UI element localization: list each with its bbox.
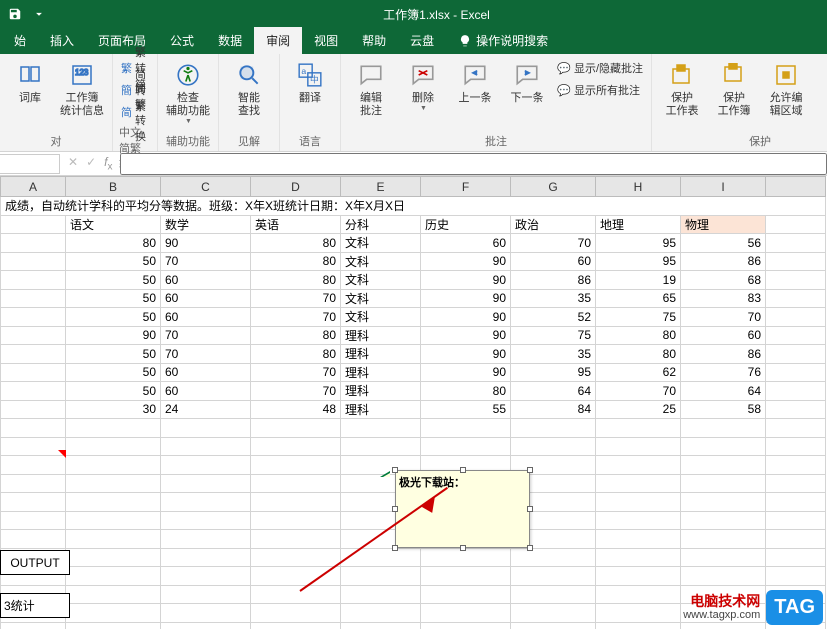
prev-comment-button[interactable]: 上一条 bbox=[451, 58, 499, 105]
dropdown-icon[interactable] bbox=[28, 3, 50, 25]
sheet-title: 成绩，自动统计学科的平均分等数据。班级：X年X班统计日期：X年X月X日 bbox=[1, 197, 826, 216]
ribbon: 词库 123 工作簿 统计信息 对 繁繁转简 簡简转繁 简简繁转换 中文简繁转换… bbox=[0, 54, 827, 152]
convert-button[interactable]: 简简繁转换 bbox=[119, 102, 151, 122]
ribbon-tabs: 始 插入 页面布局 公式 数据 审阅 视图 帮助 云盘 操作说明搜索 bbox=[0, 28, 827, 54]
output-cell: OUTPUT bbox=[0, 550, 70, 575]
table-row[interactable]: 506070理科90956276 bbox=[1, 363, 826, 382]
table-row[interactable]: 809080文科60709556 bbox=[1, 234, 826, 253]
stat-cell: 3统计 bbox=[0, 593, 70, 618]
cancel-icon[interactable]: ✕ bbox=[68, 155, 78, 172]
window-title: 工作簿1.xlsx - Excel bbox=[50, 6, 823, 23]
watermark: 电脑技术网 www.tagxp.com TAG bbox=[683, 590, 823, 625]
search-icon bbox=[234, 60, 264, 90]
tab-formula[interactable]: 公式 bbox=[158, 27, 206, 54]
translate-icon: a中 bbox=[295, 60, 325, 90]
tell-me[interactable]: 操作说明搜索 bbox=[446, 27, 560, 54]
formula-bar: ✕ ✓ fx bbox=[0, 152, 827, 176]
table-row[interactable]: 507080文科90609586 bbox=[1, 252, 826, 271]
tab-data[interactable]: 数据 bbox=[206, 27, 254, 54]
tab-help[interactable]: 帮助 bbox=[350, 27, 398, 54]
tab-cloud[interactable]: 云盘 bbox=[398, 27, 446, 54]
formula-input[interactable] bbox=[120, 153, 827, 175]
col-header[interactable]: C bbox=[161, 177, 251, 197]
smart-lookup-button[interactable]: 智能 查找 bbox=[225, 58, 273, 118]
tab-insert[interactable]: 插入 bbox=[38, 27, 86, 54]
col-header[interactable]: G bbox=[511, 177, 596, 197]
next-comment-button[interactable]: 下一条 bbox=[503, 58, 551, 105]
book-icon bbox=[15, 60, 45, 90]
stats-icon: 123 bbox=[67, 60, 97, 90]
prev-icon bbox=[460, 60, 490, 90]
next-icon bbox=[512, 60, 542, 90]
comment-indicator bbox=[58, 450, 66, 458]
comment-icon bbox=[356, 60, 386, 90]
delete-icon bbox=[408, 60, 438, 90]
thesaurus-button[interactable]: 词库 bbox=[6, 58, 54, 105]
svg-text:a: a bbox=[301, 66, 306, 76]
spreadsheet-grid[interactable]: ABCDEFGHI成绩，自动统计学科的平均分等数据。班级：X年X班统计日期：X年… bbox=[0, 176, 827, 629]
table-row[interactable]: 506080文科90861968 bbox=[1, 271, 826, 290]
table-row[interactable]: 507080理科90358086 bbox=[1, 345, 826, 364]
col-header[interactable]: B bbox=[66, 177, 161, 197]
col-header[interactable]: I bbox=[681, 177, 766, 197]
protect-sheet-button[interactable]: 保护 工作表 bbox=[658, 58, 706, 118]
title-bar: 工作簿1.xlsx - Excel bbox=[0, 0, 827, 28]
tab-home[interactable]: 始 bbox=[2, 27, 38, 54]
svg-text:123: 123 bbox=[75, 68, 89, 77]
table-row[interactable]: 506070文科90527570 bbox=[1, 308, 826, 327]
accessibility-icon bbox=[173, 60, 203, 90]
tab-review[interactable]: 审阅 bbox=[254, 27, 302, 54]
allow-edit-button[interactable]: 允许编 辑区域 bbox=[762, 58, 810, 118]
table-row[interactable]: 302448理科55842558 bbox=[1, 400, 826, 419]
edit-comment-button[interactable]: 编辑 批注 bbox=[347, 58, 395, 118]
table-row[interactable]: 907080理科90758060 bbox=[1, 326, 826, 345]
unshare-icon bbox=[823, 60, 827, 90]
unshare-button[interactable]: 取消 工 bbox=[814, 58, 827, 118]
comment-icon: 💬 bbox=[557, 61, 571, 75]
range-icon bbox=[771, 60, 801, 90]
tag-badge: TAG bbox=[766, 590, 823, 625]
delete-comment-button[interactable]: 删除 ▼ bbox=[399, 58, 447, 112]
protect-workbook-button[interactable]: 保护 工作簿 bbox=[710, 58, 758, 118]
comments-icon: 💬 bbox=[557, 83, 571, 97]
fx-icon[interactable]: fx bbox=[104, 155, 112, 172]
col-header[interactable]: D bbox=[251, 177, 341, 197]
col-header[interactable]: E bbox=[341, 177, 421, 197]
lock-icon bbox=[667, 60, 697, 90]
col-header[interactable]: F bbox=[421, 177, 511, 197]
show-all-comments-button[interactable]: 💬显示所有批注 bbox=[555, 80, 645, 100]
svg-text:中: 中 bbox=[310, 74, 319, 85]
enter-icon[interactable]: ✓ bbox=[86, 155, 96, 172]
table-row[interactable]: 506070理科80647064 bbox=[1, 382, 826, 401]
col-header[interactable]: H bbox=[596, 177, 681, 197]
accessibility-button[interactable]: 检查 辅助功能 ▼ bbox=[164, 58, 212, 125]
show-hide-comment-button[interactable]: 💬显示/隐藏批注 bbox=[555, 58, 645, 78]
stats-button[interactable]: 123 工作簿 统计信息 bbox=[58, 58, 106, 118]
table-row[interactable]: 506070文科90356583 bbox=[1, 289, 826, 308]
col-header[interactable]: A bbox=[1, 177, 66, 197]
lock-icon bbox=[719, 60, 749, 90]
chevron-down-icon: ▼ bbox=[185, 118, 192, 125]
tab-view[interactable]: 视图 bbox=[302, 27, 350, 54]
translate-button[interactable]: a中 翻译 bbox=[286, 58, 334, 105]
chevron-down-icon: ▼ bbox=[420, 105, 427, 112]
name-box[interactable] bbox=[0, 154, 60, 174]
save-icon[interactable] bbox=[4, 3, 26, 25]
